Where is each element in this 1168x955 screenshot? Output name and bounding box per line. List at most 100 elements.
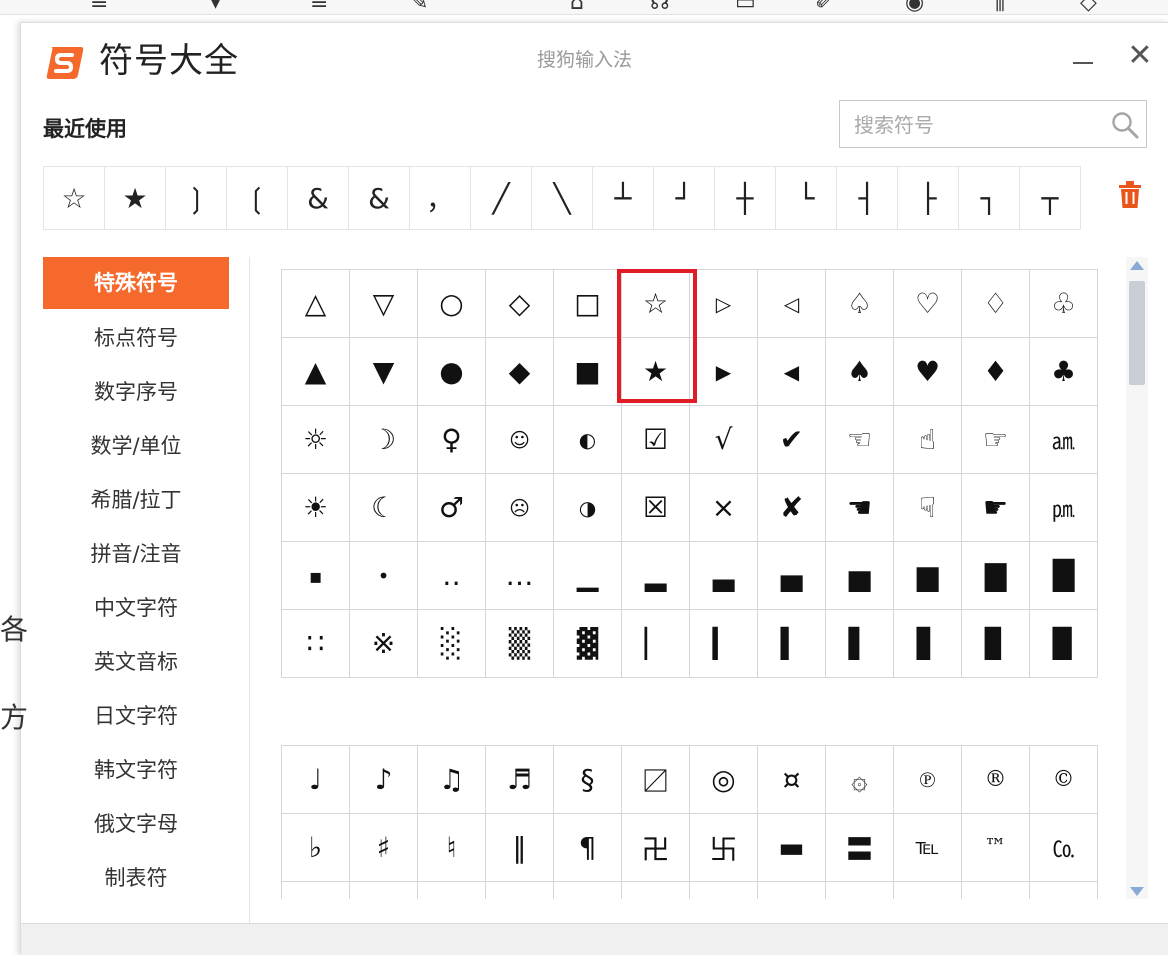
symbol-cell[interactable]: ‥ — [418, 542, 486, 610]
symbol-cell[interactable] — [826, 882, 894, 899]
symbol-cell[interactable]: ※ — [350, 610, 418, 678]
symbol-cell[interactable]: ♮ — [418, 814, 486, 882]
symbol-cell[interactable]: ☺ — [486, 406, 554, 474]
symbol-cell[interactable]: ☞ — [962, 406, 1030, 474]
symbol-cell[interactable]: ® — [962, 746, 1030, 814]
symbol-cell[interactable]: ☚ — [826, 474, 894, 542]
symbol-cell[interactable]: ▅ — [826, 542, 894, 610]
symbol-cell[interactable]: ▃ — [690, 542, 758, 610]
symbol-cell[interactable]: △ — [282, 270, 350, 338]
recent-symbol-cell[interactable]: ★ — [105, 167, 166, 229]
symbol-cell[interactable]: ¤ — [758, 746, 826, 814]
recent-symbol-cell[interactable]: ╱ — [471, 167, 532, 229]
category-item[interactable]: 日文字符 — [43, 689, 229, 743]
symbol-cell[interactable]: ‖ — [486, 814, 554, 882]
recent-symbol-cell[interactable]: ┬ — [1020, 167, 1081, 229]
symbol-cell[interactable] — [758, 882, 826, 899]
symbol-cell[interactable]: ▒ — [486, 610, 554, 678]
symbol-cell[interactable]: ★ — [622, 338, 690, 406]
symbol-cell[interactable]: ♬ — [486, 746, 554, 814]
symbol-cell[interactable]: ▬ — [758, 814, 826, 882]
symbol-cell[interactable]: ▌ — [826, 610, 894, 678]
symbol-cell[interactable] — [622, 882, 690, 899]
symbol-cell[interactable]: ☆ — [622, 270, 690, 338]
close-button[interactable]: ✕ — [1125, 41, 1155, 71]
scroll-up-icon[interactable] — [1130, 261, 1144, 270]
scroll-down-icon[interactable] — [1130, 887, 1144, 896]
category-item[interactable]: 韩文字符 — [43, 743, 229, 797]
symbol-cell[interactable]: ♥ — [894, 338, 962, 406]
symbol-cell[interactable]: ▍ — [758, 610, 826, 678]
scroll-thumb[interactable] — [1129, 281, 1145, 385]
symbol-cell[interactable]: ☼ — [282, 406, 350, 474]
symbol-cell[interactable]: ㏇ — [1030, 814, 1098, 882]
vertical-scrollbar[interactable] — [1126, 257, 1148, 899]
recent-symbol-cell[interactable]: └ — [776, 167, 837, 229]
symbol-cell[interactable]: © — [1030, 746, 1098, 814]
symbol-cell[interactable]: ♠ — [826, 338, 894, 406]
symbol-cell[interactable]: ▏ — [622, 610, 690, 678]
symbol-cell[interactable]: ◆ — [486, 338, 554, 406]
symbol-cell[interactable]: █ — [1030, 542, 1098, 610]
symbol-cell[interactable]: ▓ — [554, 610, 622, 678]
trash-icon[interactable] — [1118, 181, 1142, 209]
symbol-cell[interactable] — [486, 882, 554, 899]
recent-symbol-cell[interactable]: ☆ — [44, 167, 105, 229]
category-item[interactable]: 希腊/拉丁 — [43, 473, 229, 527]
symbol-cell[interactable]: ▁ — [554, 542, 622, 610]
symbol-cell[interactable] — [690, 882, 758, 899]
symbol-cell[interactable]: ♭ — [282, 814, 350, 882]
symbol-cell[interactable]: ■ — [554, 338, 622, 406]
symbol-cell[interactable]: ▎ — [690, 610, 758, 678]
recent-symbol-cell[interactable]: ├ — [898, 167, 959, 229]
symbol-cell[interactable]: 〓 — [826, 814, 894, 882]
recent-symbol-cell[interactable]: ┴ — [593, 167, 654, 229]
symbol-cell[interactable]: ▲ — [282, 338, 350, 406]
symbol-cell[interactable]: ♢ — [962, 270, 1030, 338]
symbol-cell[interactable]: ▷ — [690, 270, 758, 338]
symbol-cell[interactable]: ▂ — [622, 542, 690, 610]
symbol-cell[interactable]: ▊ — [962, 610, 1030, 678]
symbol-cell[interactable]: ¶ — [554, 814, 622, 882]
symbol-cell[interactable]: ◇ — [486, 270, 554, 338]
symbol-cell[interactable]: ☜ — [826, 406, 894, 474]
symbol-cell[interactable]: ☽ — [350, 406, 418, 474]
recent-symbol-cell[interactable]: ┤ — [837, 167, 898, 229]
symbol-cell[interactable] — [1030, 882, 1098, 899]
symbol-cell[interactable] — [554, 882, 622, 899]
symbol-cell[interactable]: ░ — [418, 610, 486, 678]
symbol-cell[interactable]: ♪ — [350, 746, 418, 814]
symbol-cell[interactable] — [350, 882, 418, 899]
symbol-cell[interactable]: § — [554, 746, 622, 814]
symbol-cell[interactable]: ♀ — [418, 406, 486, 474]
symbol-cell[interactable] — [962, 882, 1030, 899]
symbol-cell[interactable]: ♫ — [418, 746, 486, 814]
symbol-cell[interactable]: ☾ — [350, 474, 418, 542]
symbol-cell[interactable]: ∷ — [282, 610, 350, 678]
recent-symbol-cell[interactable]: ┘ — [654, 167, 715, 229]
symbol-cell[interactable]: ▼ — [350, 338, 418, 406]
symbol-cell[interactable]: ▄ — [758, 542, 826, 610]
minimize-button[interactable] — [1067, 47, 1097, 77]
recent-symbol-cell[interactable]: & — [349, 167, 410, 229]
recent-symbol-cell[interactable]: ┼ — [715, 167, 776, 229]
symbol-cell[interactable]: … — [486, 542, 554, 610]
symbol-cell[interactable]: ㏂ — [1030, 406, 1098, 474]
symbol-cell[interactable]: ☟ — [894, 474, 962, 542]
symbol-cell[interactable]: ♯ — [350, 814, 418, 882]
category-item[interactable]: 拼音/注音 — [43, 527, 229, 581]
symbol-cell[interactable]: ▉ — [1030, 610, 1098, 678]
category-item[interactable]: 制表符 — [43, 851, 229, 905]
symbol-cell[interactable]: ◁ — [758, 270, 826, 338]
symbol-cell[interactable]: ♣ — [1030, 338, 1098, 406]
symbol-cell[interactable]: ▪ — [282, 542, 350, 610]
symbol-cell[interactable]: ㏘ — [1030, 474, 1098, 542]
symbol-cell[interactable] — [418, 882, 486, 899]
category-item[interactable]: 数学/单位 — [43, 419, 229, 473]
symbol-cell[interactable]: ♂ — [418, 474, 486, 542]
symbol-cell[interactable]: ◀ — [758, 338, 826, 406]
symbol-cell[interactable]: ☒ — [622, 474, 690, 542]
symbol-cell[interactable]: ♤ — [826, 270, 894, 338]
category-item[interactable]: 中文字符 — [43, 581, 229, 635]
category-item[interactable]: 标点符号 — [43, 311, 229, 365]
